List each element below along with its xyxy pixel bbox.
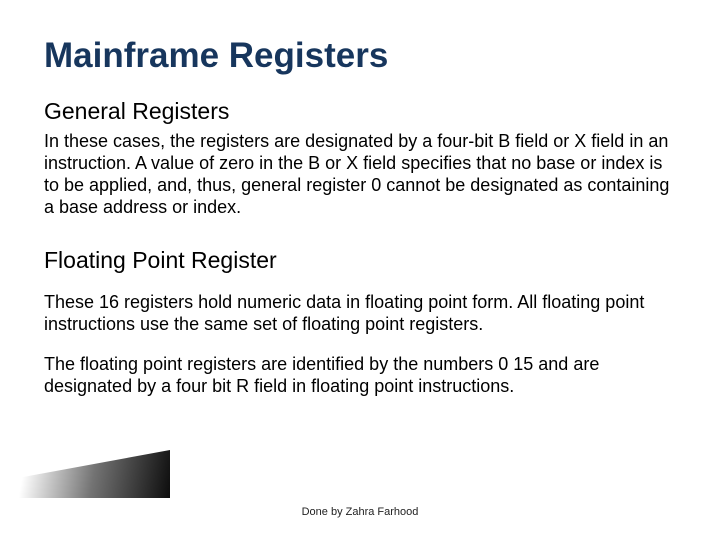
floating-point-body-1: These 16 registers hold numeric data in … (44, 292, 676, 336)
corner-accent-decoration (0, 450, 170, 498)
floating-point-body-2: The floating point registers are identif… (44, 354, 676, 398)
floating-point-heading: Floating Point Register (44, 247, 676, 274)
general-registers-body: In these cases, the registers are design… (44, 131, 676, 219)
footer-credit: Done by Zahra Farhood (0, 506, 720, 518)
slide: Mainframe Registers General Registers In… (0, 0, 720, 540)
slide-title: Mainframe Registers (44, 36, 676, 76)
general-registers-heading: General Registers (44, 98, 676, 125)
